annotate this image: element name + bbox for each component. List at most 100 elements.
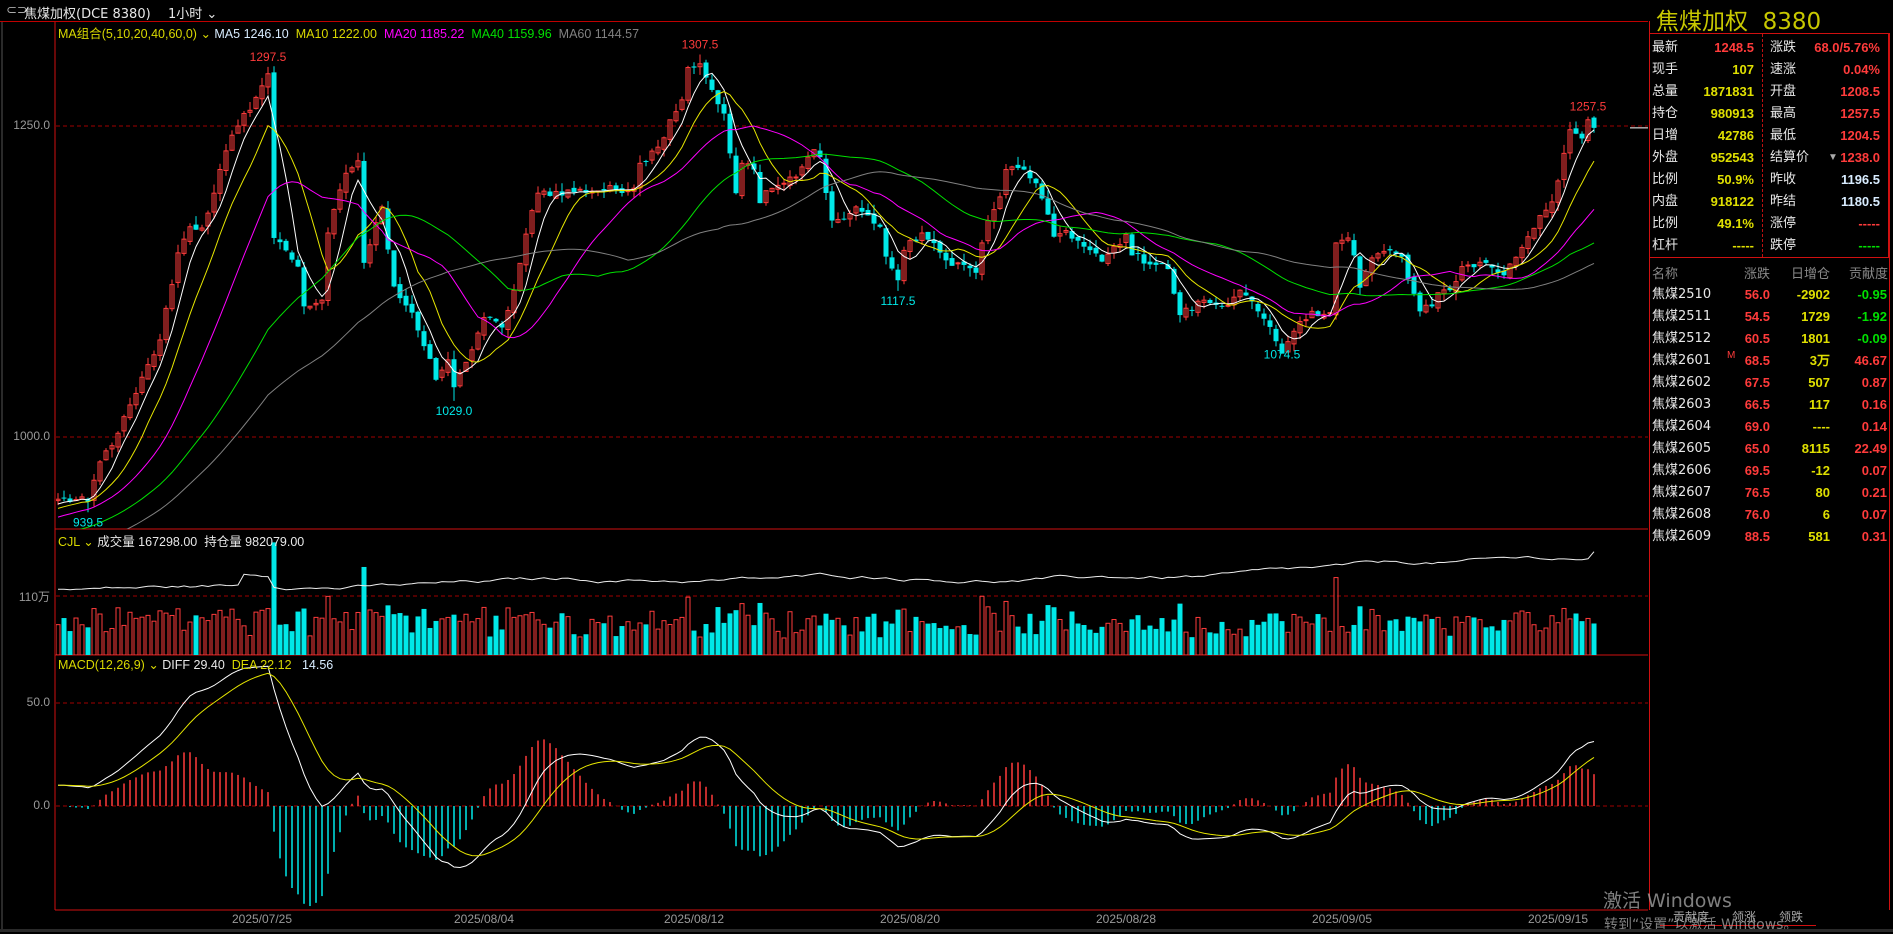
macd-value: 14.56 bbox=[301, 658, 334, 672]
caret-down-icon[interactable]: ▼ bbox=[1828, 147, 1838, 169]
contract-row[interactable]: 焦煤2609 88.5 581 0.31 bbox=[1649, 526, 1889, 548]
volume-bar bbox=[1393, 619, 1399, 655]
kline-chart[interactable]: 1297.5 1307.5 1257.5 939.5 1029.0 1117.5 1074.… bbox=[0, 0, 1648, 932]
volume-bar bbox=[685, 596, 691, 655]
volume-bar bbox=[823, 613, 829, 655]
volume-bar bbox=[421, 608, 427, 655]
contract-row[interactable]: 焦煤2607 76.5 80 0.21 bbox=[1649, 482, 1889, 504]
contract-row[interactable]: 焦煤2604 69.0 ---- 0.14 bbox=[1649, 416, 1889, 438]
contract-row[interactable]: 焦煤2603 66.5 117 0.16 bbox=[1649, 394, 1889, 416]
list-header-0[interactable]: 名称 bbox=[1652, 263, 1678, 282]
volume-bar bbox=[1129, 619, 1135, 655]
open-interest-value: 持仓量 982079.00 bbox=[204, 535, 305, 549]
volume-bar bbox=[925, 623, 931, 655]
volume-bar bbox=[1297, 616, 1303, 655]
volume-bar bbox=[871, 613, 877, 655]
volume-bar bbox=[1591, 623, 1597, 655]
volume-bar bbox=[1219, 621, 1225, 655]
volume-bar bbox=[529, 611, 535, 655]
contract-row[interactable]: 焦煤2510 56.0 -2902 -0.95 bbox=[1649, 284, 1889, 306]
quote-row: 涨跌 68.0/5.76% bbox=[1770, 37, 1888, 59]
volume-bar bbox=[1345, 631, 1351, 655]
quote-value: 918122 bbox=[1710, 194, 1754, 209]
candle-down bbox=[943, 252, 949, 261]
volume-bar bbox=[235, 618, 241, 655]
volume-bar bbox=[91, 608, 97, 655]
candle-down bbox=[1153, 262, 1159, 265]
quote-label: 最低 bbox=[1770, 128, 1797, 143]
candle-down bbox=[1591, 117, 1597, 128]
contract-row[interactable]: 焦煤2512 60.5 1801 -0.09 bbox=[1649, 328, 1889, 350]
candle-down bbox=[451, 359, 457, 388]
candle-down bbox=[1411, 276, 1417, 294]
candle-down bbox=[289, 252, 295, 260]
contract-row[interactable]: 焦煤2601 M 68.5 3万 46.67 bbox=[1649, 350, 1889, 372]
quote-row: 昨收 1196.5 bbox=[1770, 169, 1888, 191]
contract-row[interactable]: 焦煤2602 67.5 507 0.87 bbox=[1649, 372, 1889, 394]
volume-bar bbox=[913, 616, 919, 655]
volume-bar bbox=[121, 624, 127, 655]
period-selector[interactable]: 1小时 ⌄ bbox=[168, 3, 217, 22]
volume-bar bbox=[1081, 624, 1087, 655]
volume-bar bbox=[979, 595, 985, 655]
contract-name: 焦煤2609 bbox=[1652, 529, 1712, 544]
volume-bar bbox=[943, 625, 949, 655]
quote-label: 涨跌 bbox=[1770, 40, 1797, 55]
candle-down bbox=[1483, 260, 1489, 263]
candle-down bbox=[1081, 241, 1087, 247]
contract-row[interactable]: 焦煤2608 76.0 6 0.07 bbox=[1649, 504, 1889, 526]
high-price-marker: 1307.5 bbox=[682, 37, 719, 51]
candle-up bbox=[1225, 304, 1231, 307]
volume-bar bbox=[1411, 617, 1417, 655]
volume-bar bbox=[1021, 633, 1027, 655]
quote-label: 现手 bbox=[1652, 62, 1679, 77]
date-tick-label: 2025/08/12 bbox=[663, 912, 725, 926]
contract-row[interactable]: 焦煤2606 69.5 -12 0.07 bbox=[1649, 460, 1889, 482]
contract-change: 76.0 bbox=[1744, 507, 1770, 522]
volume-bar bbox=[955, 626, 961, 655]
candle-down bbox=[973, 267, 979, 273]
volume-bar bbox=[1507, 620, 1513, 655]
candle-up bbox=[793, 176, 799, 179]
volume-bar bbox=[1357, 606, 1363, 655]
volume-bar bbox=[1171, 619, 1177, 655]
volume-bar bbox=[1213, 633, 1219, 655]
contract-contribution: 46.67 bbox=[1854, 353, 1887, 368]
ma40-value: MA40 1159.96 bbox=[471, 27, 552, 41]
list-header-1[interactable]: 涨跌 bbox=[1744, 263, 1770, 282]
contract-change: 69.5 bbox=[1744, 463, 1770, 478]
date-tick-label: 2025/09/15 bbox=[1527, 912, 1589, 926]
contract-contribution: 0.07 bbox=[1861, 507, 1887, 522]
list-header-2[interactable]: 日增仓 bbox=[1791, 263, 1830, 282]
list-header-3[interactable]: 贡献度 bbox=[1849, 263, 1888, 282]
volume-bar bbox=[1309, 623, 1315, 655]
volume-bar bbox=[1075, 623, 1081, 655]
volume-bar bbox=[211, 613, 217, 655]
candle-down bbox=[949, 258, 955, 266]
candle-down bbox=[271, 72, 277, 238]
volume-bar bbox=[931, 623, 937, 655]
macd-selector[interactable]: MACD(12,26,9) bbox=[58, 658, 145, 672]
candle-down bbox=[1141, 254, 1147, 264]
contract-oi-change: 8115 bbox=[1801, 441, 1830, 456]
volume-bar bbox=[1123, 630, 1129, 655]
volume-bar bbox=[1363, 629, 1369, 655]
candle-up bbox=[781, 182, 787, 185]
ma-group-selector[interactable]: MA组合(5,10,20,40,60,0) bbox=[58, 27, 197, 41]
windows-activation-watermark: 激活 Windows bbox=[1603, 890, 1732, 912]
quote-value: 68.0/5.76% bbox=[1814, 40, 1880, 55]
volume-bar bbox=[1561, 607, 1567, 655]
cjl-selector[interactable]: CJL bbox=[58, 535, 80, 549]
volume-bar bbox=[1501, 619, 1507, 655]
quote-row: 内盘 918122 bbox=[1652, 191, 1770, 213]
contract-row[interactable]: 焦煤2511 54.5 1729 -1.92 bbox=[1649, 306, 1889, 328]
candle-down bbox=[1471, 264, 1477, 268]
volume-bar bbox=[1573, 613, 1579, 655]
candle-down bbox=[487, 316, 493, 318]
volume-bar bbox=[289, 631, 295, 655]
volume-bar bbox=[595, 622, 601, 655]
candle-down bbox=[733, 155, 739, 194]
volume-bar bbox=[757, 602, 763, 655]
contract-row[interactable]: 焦煤2605 65.0 8115 22.49 bbox=[1649, 438, 1889, 460]
contract-oi-change: -2902 bbox=[1796, 287, 1830, 302]
